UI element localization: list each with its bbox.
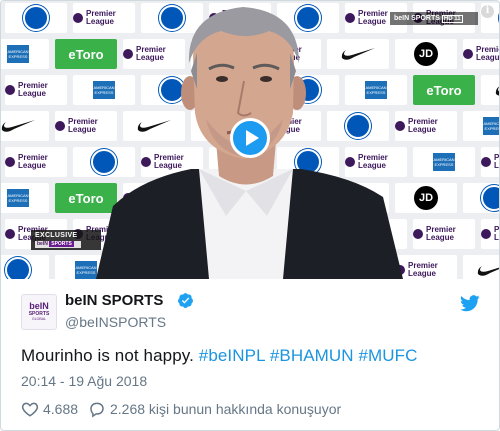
like-action[interactable]: 4.688 [21, 399, 78, 419]
exclusive-logo-left: beIN [37, 241, 48, 247]
comment-bubble-icon [90, 402, 104, 418]
info-icon[interactable]: i [480, 4, 495, 19]
exclusive-label: EXCLUSIVE [35, 232, 78, 239]
video-player[interactable]: Premier LeaguePremier LeaguePremier Leag… [1, 1, 499, 279]
tweet-timestamp[interactable]: 20:14 - 19 Ağu 2018 [21, 373, 147, 389]
hashtag-link[interactable]: #BHAMUN [270, 346, 354, 365]
play-button[interactable] [230, 118, 270, 158]
verified-badge-icon [178, 293, 193, 308]
tweet-text: Mourinho is not happy. #beINPL #BHAMUN #… [21, 346, 418, 366]
reply-summary: 2.268 kişi bunun hakkında konuşuyor [110, 401, 342, 417]
hd-badge: HD 11 [441, 15, 463, 23]
author-handle[interactable]: @beINSPORTS [65, 314, 166, 330]
avatar-text-global: GLOBAL [31, 317, 46, 321]
heart-icon [21, 402, 39, 417]
avatar-text-bein: beIN [29, 301, 49, 311]
channel-logo-overlay: beIN SPORTS HD 11 [390, 12, 478, 25]
twitter-bird-icon[interactable] [460, 295, 480, 312]
avatar[interactable]: beIN SPORTS GLOBAL [21, 294, 57, 330]
like-count: 4.688 [43, 401, 79, 417]
exclusive-logo-right: SPORTS [49, 241, 74, 247]
exclusive-badge: EXCLUSIVE beIN SPORTS [31, 230, 101, 250]
tweet-text-plain: Mourinho is not happy. [21, 346, 199, 365]
hashtag-link[interactable]: #MUFC [358, 346, 417, 365]
author-display-name[interactable]: beIN SPORTS [65, 292, 163, 309]
embedded-tweet-card: Premier LeaguePremier LeaguePremier Leag… [0, 0, 500, 431]
hashtag-link[interactable]: #beINPL [199, 346, 265, 365]
reply-action[interactable]: 2.268 kişi bunun hakkında konuşuyor [88, 399, 341, 419]
exclusive-channel-logo: beIN SPORTS [35, 241, 81, 248]
play-icon [245, 130, 259, 146]
channel-logo-text: beIN SPORTS [394, 15, 440, 22]
